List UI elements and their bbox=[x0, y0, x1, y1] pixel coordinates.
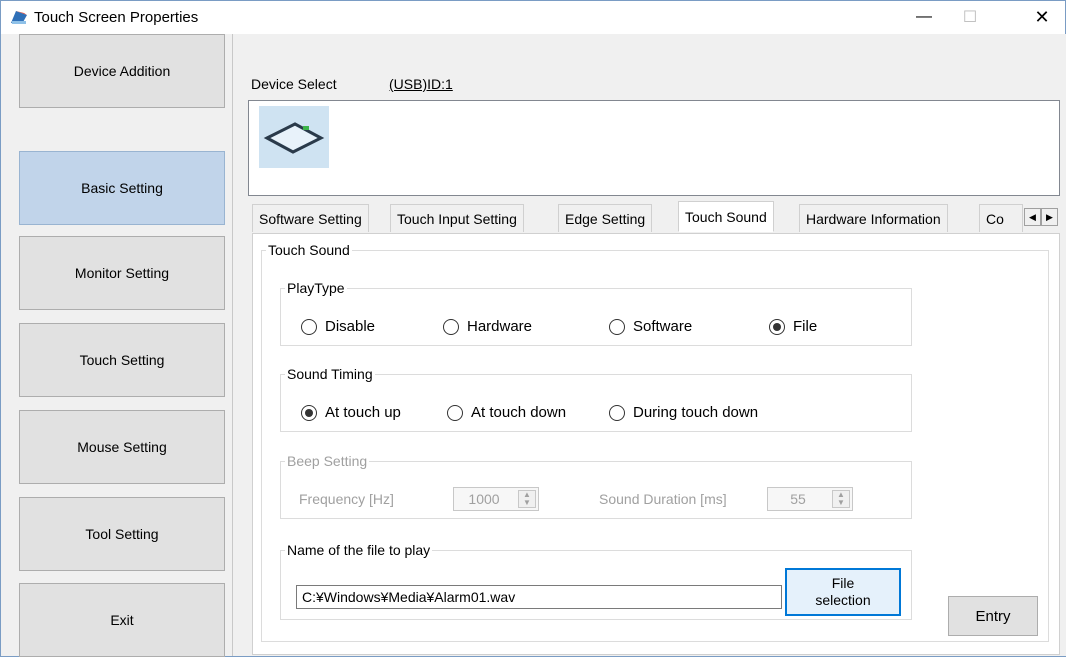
sound-duration-label: Sound Duration [ms] bbox=[599, 491, 727, 507]
tab-touch-sound[interactable]: Touch Sound bbox=[678, 201, 774, 232]
chevron-left-icon: ◀ bbox=[1029, 212, 1036, 222]
play-type-disable-radio[interactable]: Disable bbox=[301, 318, 375, 335]
play-type-hardware-radio[interactable]: Hardware bbox=[443, 318, 532, 335]
spin-arrows-icon[interactable]: ▲ ▼ bbox=[518, 490, 536, 508]
tab-label: Touch Input Setting bbox=[397, 211, 517, 227]
radio-off-icon bbox=[447, 404, 463, 421]
radio-off-icon bbox=[301, 318, 317, 335]
radio-on-icon bbox=[301, 404, 317, 421]
file-path-value: C:¥Windows¥Media¥Alarm01.wav bbox=[302, 589, 516, 605]
main-content: Device Select (USB)ID:1 Software Setting… bbox=[234, 34, 1066, 656]
nav-exit-button[interactable]: Exit bbox=[19, 583, 225, 657]
frequency-label: Frequency [Hz] bbox=[299, 491, 394, 507]
group-title: Beep Setting bbox=[287, 453, 368, 469]
radio-on-icon bbox=[769, 318, 785, 335]
radio-off-icon bbox=[609, 404, 625, 421]
device-select-label: Device Select bbox=[251, 76, 337, 92]
maximize-button[interactable]: ☐ bbox=[947, 1, 993, 33]
button-label-line1: File bbox=[831, 575, 855, 591]
touch-sound-group: Touch Sound PlayType Disable Hardware So… bbox=[261, 242, 1049, 642]
tab-hardware-information[interactable]: Hardware Information bbox=[799, 204, 948, 232]
group-title: Touch Sound bbox=[268, 242, 350, 258]
tab-label: Edge Setting bbox=[565, 211, 646, 227]
tab-label: Hardware Information bbox=[806, 211, 941, 227]
play-type-software-radio[interactable]: Software bbox=[609, 318, 692, 335]
tab-label: Co bbox=[986, 211, 1004, 227]
window-title: Touch Screen Properties bbox=[34, 9, 199, 26]
tab-label: Software Setting bbox=[259, 211, 362, 227]
tab-co[interactable]: Co bbox=[979, 204, 1023, 232]
beep-setting-group: Beep Setting Frequency [Hz] 1000 ▲ ▼ Soun… bbox=[280, 453, 912, 519]
nav-label: Touch Setting bbox=[79, 352, 165, 368]
title-bar: Touch Screen Properties — ☐ ✕ bbox=[1, 1, 1065, 34]
button-label-line2: selection bbox=[815, 592, 871, 608]
minimize-button[interactable]: — bbox=[901, 1, 947, 33]
touch-screen-properties-window: Touch Screen Properties — ☐ ✕ Device Add… bbox=[0, 0, 1066, 657]
nav-device-addition-button[interactable]: Device Addition bbox=[19, 34, 225, 108]
sound-duration-value: 55 bbox=[790, 491, 806, 507]
tab-scroll-left-button[interactable]: ◀ bbox=[1024, 208, 1041, 226]
radio-label: At touch down bbox=[471, 404, 567, 421]
close-icon: ✕ bbox=[1034, 6, 1050, 27]
radio-label: At touch up bbox=[325, 404, 401, 421]
device-list[interactable] bbox=[248, 100, 1060, 196]
radio-label: File bbox=[793, 318, 818, 335]
radio-label: Hardware bbox=[467, 318, 533, 335]
radio-off-icon bbox=[609, 318, 625, 335]
timing-during-touch-down-radio[interactable]: During touch down bbox=[609, 404, 758, 421]
radio-label: Software bbox=[633, 318, 693, 335]
nav-label: Exit bbox=[110, 612, 134, 628]
timing-at-touch-down-radio[interactable]: At touch down bbox=[447, 404, 566, 421]
minimize-icon: — bbox=[916, 8, 932, 25]
tab-scroll-right-button[interactable]: ▶ bbox=[1041, 208, 1058, 226]
group-title: Sound Timing bbox=[287, 366, 373, 382]
frequency-value: 1000 bbox=[468, 491, 500, 507]
file-path-field[interactable]: C:¥Windows¥Media¥Alarm01.wav bbox=[296, 585, 782, 609]
settings-tabs: Software Setting Touch Input Setting Edg… bbox=[252, 201, 1060, 234]
device-item[interactable] bbox=[259, 106, 329, 168]
app-icon bbox=[11, 11, 27, 24]
tab-edge-setting[interactable]: Edge Setting bbox=[558, 204, 653, 232]
chevron-right-icon: ▶ bbox=[1046, 212, 1053, 222]
radio-off-icon bbox=[443, 318, 459, 335]
sound-timing-group: Sound Timing At touch up At touch down D… bbox=[280, 366, 912, 432]
play-type-file-radio[interactable]: File bbox=[769, 318, 817, 335]
device-id-link[interactable]: (USB)ID:1 bbox=[389, 76, 453, 92]
nav-label: Monitor Setting bbox=[74, 265, 170, 281]
nav-mouse-setting-button[interactable]: Mouse Setting bbox=[19, 410, 225, 484]
nav-tool-setting-button[interactable]: Tool Setting bbox=[19, 497, 225, 571]
nav-label: Device Addition bbox=[73, 63, 171, 79]
spin-arrows-icon[interactable]: ▲ ▼ bbox=[832, 490, 850, 508]
tab-software-setting[interactable]: Software Setting bbox=[252, 204, 369, 232]
file-selection-button[interactable]: File selection bbox=[785, 568, 901, 616]
nav-label: Mouse Setting bbox=[77, 439, 167, 455]
tab-touch-input-setting[interactable]: Touch Input Setting bbox=[390, 204, 524, 232]
file-to-play-group: Name of the file to play C:¥Windows¥Medi… bbox=[280, 542, 912, 620]
touch-sound-panel: Touch Sound PlayType Disable Hardware So… bbox=[252, 233, 1060, 655]
nav-monitor-setting-button[interactable]: Monitor Setting bbox=[19, 236, 225, 310]
button-label: Entry bbox=[975, 607, 1011, 625]
nav-label: Basic Setting bbox=[81, 180, 163, 196]
nav-basic-setting-button[interactable]: Basic Setting bbox=[19, 151, 225, 225]
timing-at-touch-up-radio[interactable]: At touch up bbox=[301, 404, 401, 421]
frequency-spinner[interactable]: 1000 ▲ ▼ bbox=[453, 487, 539, 511]
tab-label: Touch Sound bbox=[685, 209, 767, 225]
entry-button[interactable]: Entry bbox=[948, 596, 1038, 636]
group-title: PlayType bbox=[287, 280, 345, 296]
radio-label: During touch down bbox=[633, 404, 759, 421]
group-title: Name of the file to play bbox=[287, 542, 431, 558]
touch-panel-icon bbox=[263, 122, 325, 154]
maximize-icon: ☐ bbox=[962, 9, 978, 26]
nav-touch-setting-button[interactable]: Touch Setting bbox=[19, 323, 225, 397]
play-type-group: PlayType Disable Hardware Software File bbox=[280, 280, 912, 346]
radio-label: Disable bbox=[325, 318, 376, 335]
close-button[interactable]: ✕ bbox=[1019, 1, 1065, 33]
sidebar: Device Addition Basic Setting Monitor Se… bbox=[1, 34, 233, 657]
sound-duration-spinner[interactable]: 55 ▲ ▼ bbox=[767, 487, 853, 511]
nav-label: Tool Setting bbox=[85, 526, 159, 542]
